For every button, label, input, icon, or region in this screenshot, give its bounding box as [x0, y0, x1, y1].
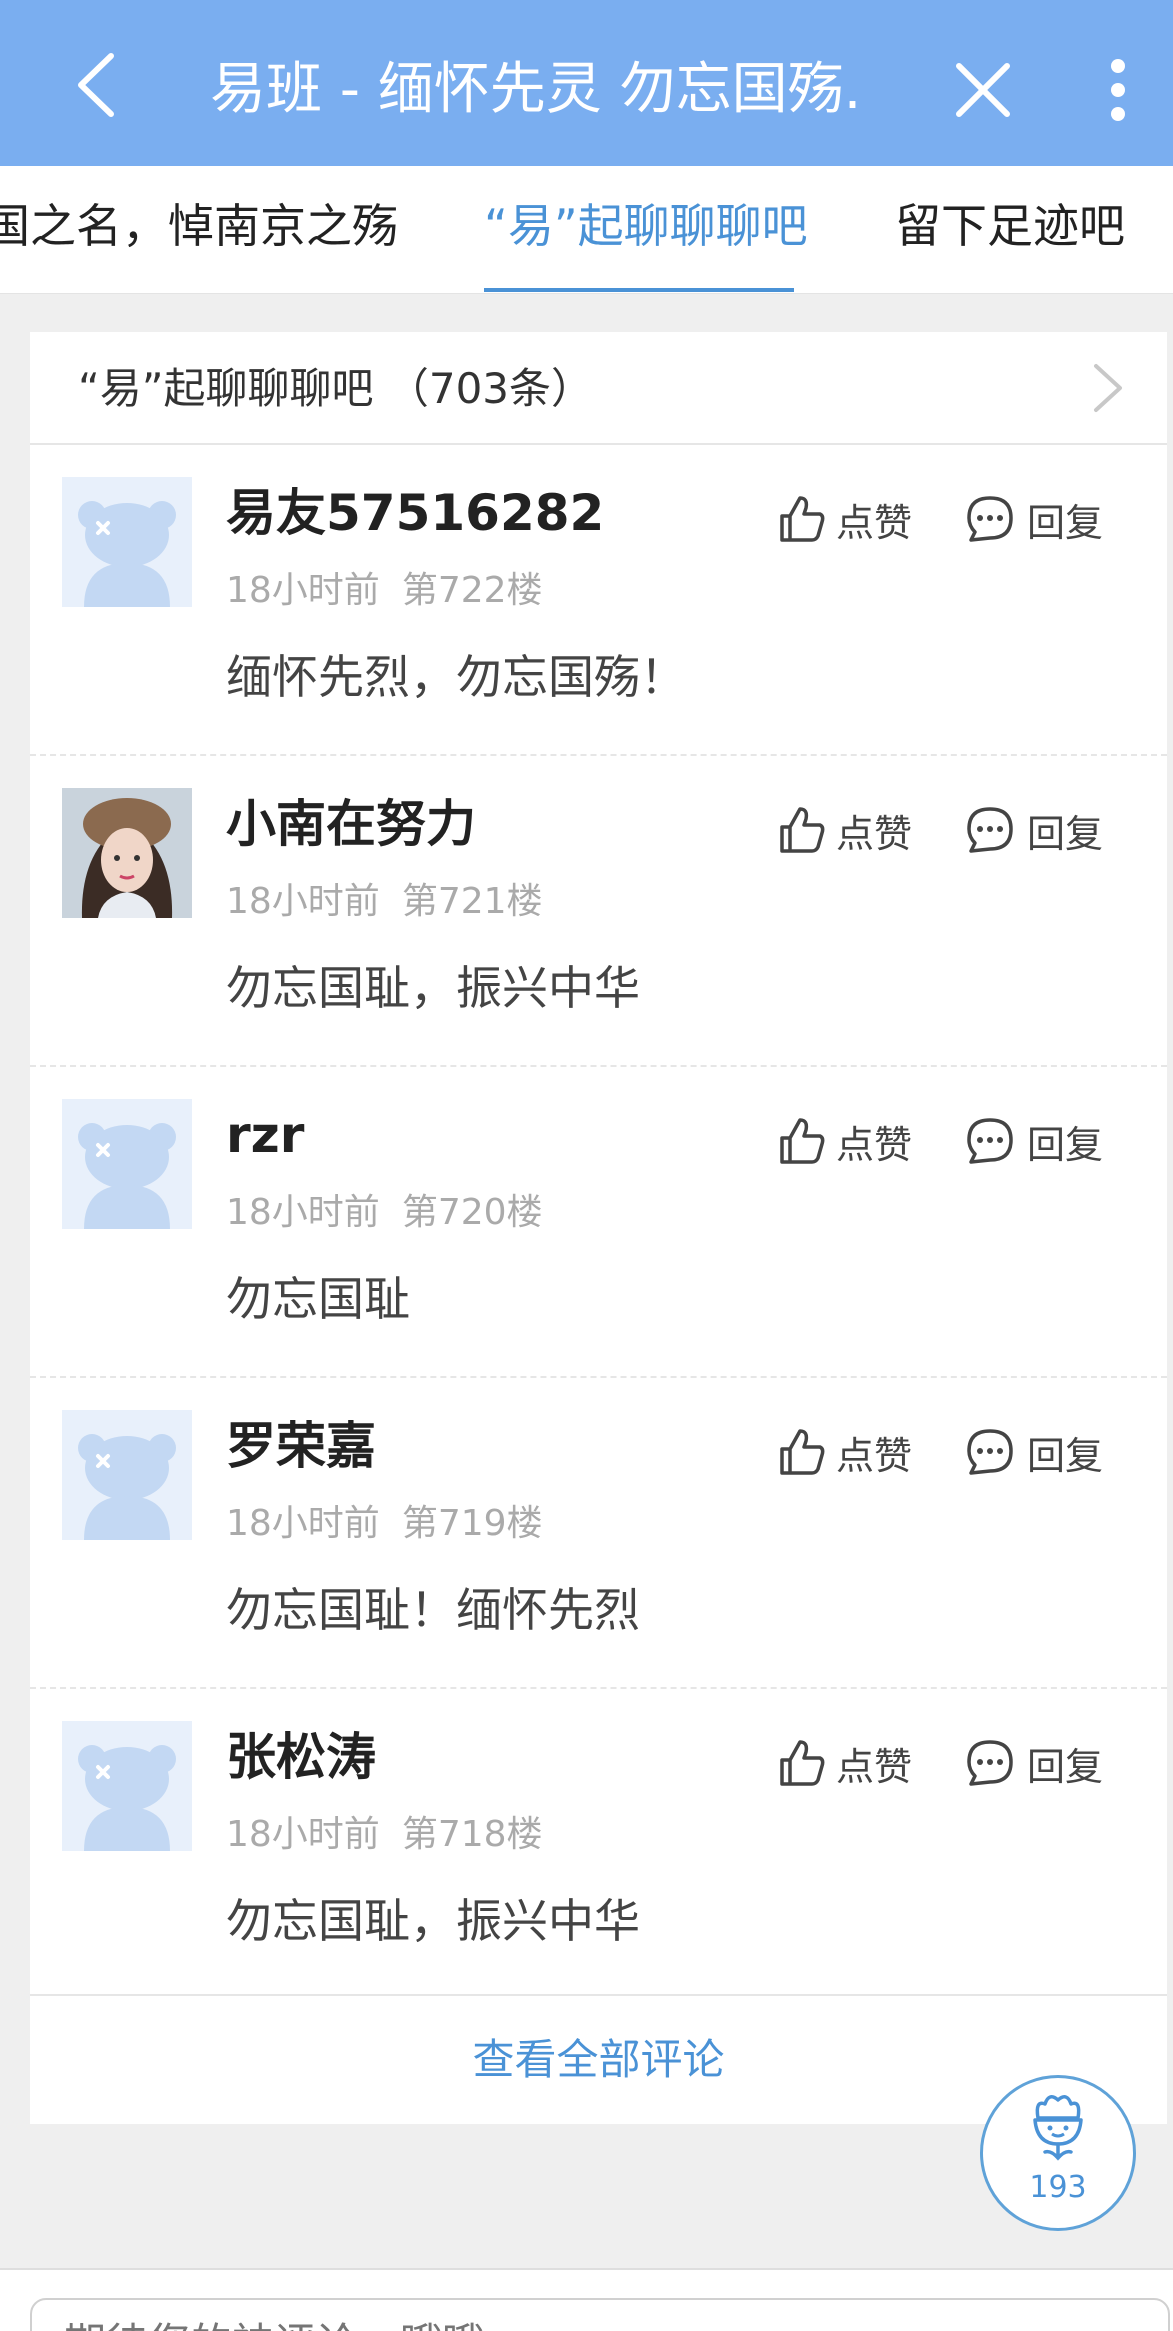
comment-author[interactable]: 小南在努力 — [226, 784, 476, 864]
comment-meta: 18小时前 第718楼 — [226, 1807, 543, 1863]
default-bear-avatar-icon — [78, 1123, 176, 1229]
thumbs-up-icon — [780, 496, 825, 542]
comment-floor: 第722楼 — [401, 570, 543, 611]
reply-label: 回复 — [1027, 811, 1104, 856]
tab-chat[interactable]: “易”起聊聊聊吧 — [484, 166, 808, 293]
close-icon — [956, 63, 1010, 117]
comment-bubble-icon — [967, 1118, 1013, 1164]
comment-item: 小南在努力 18小时前 第721楼 勿忘国耻，振兴中华 点赞 回复 — [30, 756, 1167, 1067]
like-button[interactable]: 点赞 — [778, 1422, 912, 1482]
like-label: 点赞 — [836, 1744, 913, 1789]
comment-time: 18小时前 — [226, 1192, 380, 1233]
comment-author[interactable]: rzr — [226, 1095, 304, 1175]
comment-text: 勿忘国耻，振兴中华 — [226, 1894, 640, 1948]
comment-time: 18小时前 — [226, 1503, 380, 1544]
avatar[interactable] — [62, 1410, 192, 1540]
like-button[interactable]: 点赞 — [778, 1111, 912, 1171]
comment-card: “易”起聊聊聊吧 （703条） 易友57516282 18小时前 第722楼 缅怀… — [30, 332, 1167, 2124]
chevron-right-icon — [1094, 364, 1122, 412]
comment-author[interactable]: 罗荣嘉 — [226, 1406, 376, 1486]
comment-text: 勿忘国耻！缅怀先烈 — [226, 1583, 640, 1637]
reply-button[interactable]: 回复 — [965, 1111, 1103, 1171]
comment-meta: 18小时前 第722楼 — [226, 563, 543, 619]
avatar[interactable] — [62, 477, 192, 607]
comment-bubble-icon — [967, 496, 1013, 542]
thumbs-up-icon — [780, 1740, 825, 1786]
comment-input[interactable] — [30, 2298, 1170, 2331]
reply-button[interactable]: 回复 — [965, 1733, 1103, 1793]
thumbs-up-icon — [780, 1429, 825, 1475]
comment-text: 缅怀先烈，勿忘国殇！ — [226, 650, 686, 704]
comment-floor: 第718楼 — [401, 1814, 543, 1855]
active-tab-indicator — [484, 288, 794, 292]
reply-label: 回复 — [1027, 500, 1104, 545]
reply-label: 回复 — [1027, 1744, 1104, 1789]
avatar[interactable] — [62, 1099, 192, 1229]
reply-label: 回复 — [1027, 1122, 1104, 1167]
top-nav-bar: 易班 - 缅怀先灵 勿忘国殇. — [0, 0, 1173, 166]
more-vertical-icon — [1111, 59, 1125, 121]
avatar[interactable] — [62, 1721, 192, 1851]
section-title: “易”起聊聊聊吧 （703条） — [78, 364, 594, 413]
like-button[interactable]: 点赞 — [778, 800, 912, 860]
comment-author[interactable]: 易友57516282 — [226, 473, 604, 553]
comment-time: 18小时前 — [226, 1814, 380, 1855]
comment-meta: 18小时前 第719楼 — [226, 1496, 543, 1552]
section-header[interactable]: “易”起聊聊聊吧 （703条） — [30, 332, 1167, 445]
default-bear-avatar-icon — [78, 501, 176, 607]
back-button[interactable] — [60, 50, 130, 120]
comment-floor: 第721楼 — [401, 881, 543, 922]
thumbs-up-icon — [780, 1118, 825, 1164]
comment-text: 勿忘国耻 — [226, 1272, 410, 1326]
flower-icon — [1033, 2095, 1083, 2161]
like-button[interactable]: 点赞 — [778, 1733, 912, 1793]
comment-meta: 18小时前 第721楼 — [226, 874, 543, 930]
tab-mourn-nanjing[interactable]: 国之名，悼南京之殇 — [0, 166, 398, 293]
more-button[interactable] — [1090, 50, 1146, 130]
avatar[interactable] — [62, 788, 192, 918]
comment-item: 罗荣嘉 18小时前 第719楼 勿忘国耻！缅怀先烈 点赞 回复 — [30, 1378, 1167, 1689]
reply-button[interactable]: 回复 — [965, 800, 1103, 860]
comment-meta: 18小时前 第720楼 — [226, 1185, 543, 1241]
like-label: 点赞 — [836, 500, 913, 545]
comment-time: 18小时前 — [226, 570, 380, 611]
comment-floor: 第719楼 — [401, 1503, 543, 1544]
tab-footprint[interactable]: 留下足迹吧 — [895, 166, 1125, 293]
back-arrow-icon — [78, 53, 114, 117]
user-photo-avatar-icon — [62, 788, 192, 918]
comment-time: 18小时前 — [226, 881, 380, 922]
like-button[interactable]: 点赞 — [778, 489, 912, 549]
comment-item: rzr 18小时前 第720楼 勿忘国耻 点赞 回复 — [30, 1067, 1167, 1378]
like-label: 点赞 — [836, 811, 913, 856]
comment-floor: 第720楼 — [401, 1192, 543, 1233]
floating-flower-button[interactable]: 193 — [980, 2075, 1136, 2231]
comment-bubble-icon — [967, 1429, 1013, 1475]
default-bear-avatar-icon — [78, 1745, 176, 1851]
default-bear-avatar-icon — [78, 1434, 176, 1540]
comment-bubble-icon — [967, 1740, 1013, 1786]
like-label: 点赞 — [836, 1433, 913, 1478]
comment-item: 张松涛 18小时前 第718楼 勿忘国耻，振兴中华 点赞 回复 — [30, 1689, 1167, 1996]
comment-item: 易友57516282 18小时前 第722楼 缅怀先烈，勿忘国殇！ 点赞 回复 — [30, 445, 1167, 756]
reply-button[interactable]: 回复 — [965, 1422, 1103, 1482]
flower-count: 193 — [1029, 2170, 1087, 2205]
reply-button[interactable]: 回复 — [965, 489, 1103, 549]
close-button[interactable] — [948, 50, 1018, 130]
comment-bubble-icon — [967, 807, 1013, 853]
reply-label: 回复 — [1027, 1433, 1104, 1478]
bottom-comment-bar — [0, 2268, 1173, 2331]
page-title: 易班 - 缅怀先灵 勿忘国殇. — [210, 57, 862, 122]
tab-bar: 国之名，悼南京之殇 “易”起聊聊聊吧 留下足迹吧 — [0, 166, 1173, 294]
comment-author[interactable]: 张松涛 — [226, 1717, 376, 1797]
thumbs-up-icon — [780, 807, 825, 853]
comment-text: 勿忘国耻，振兴中华 — [226, 961, 640, 1015]
like-label: 点赞 — [836, 1122, 913, 1167]
